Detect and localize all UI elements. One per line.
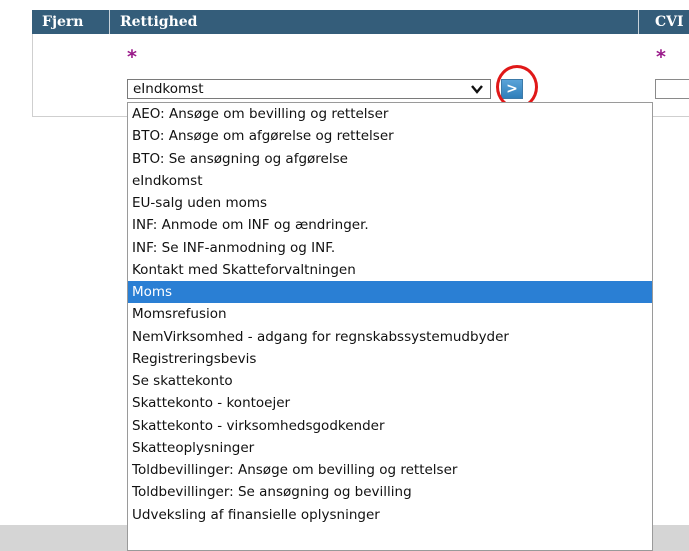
dropdown-option[interactable]: Registreringsbevis: [128, 348, 652, 370]
dropdown-option[interactable]: BTO: Ansøge om afgørelse og rettelser: [128, 125, 652, 147]
dropdown-option[interactable]: Moms: [128, 281, 652, 304]
header-remove: Fjern: [42, 14, 84, 30]
required-marker: *: [656, 46, 666, 68]
dropdown-option[interactable]: Skattekonto - kontoejer: [128, 392, 652, 414]
header-divider: [638, 10, 639, 34]
header-divider: [109, 10, 110, 34]
dropdown-option[interactable]: INF: Anmode om INF og ændringer.: [128, 214, 652, 236]
select-value: eIndkomst: [133, 81, 204, 97]
table-header: Fjern Rettighed CVI: [32, 10, 689, 35]
right-select[interactable]: eIndkomst: [127, 79, 491, 99]
dropdown-option[interactable]: Se skattekonto: [128, 370, 652, 392]
dropdown-option[interactable]: Udveksling af finansielle oplysninger: [128, 504, 652, 526]
dropdown-option[interactable]: Kontakt med Skatteforvaltningen: [128, 259, 652, 281]
dropdown-option[interactable]: BTO: Se ansøgning og afgørelse: [128, 148, 652, 170]
required-marker: *: [127, 46, 137, 68]
header-right: Rettighed: [120, 14, 198, 30]
footer-bar: [0, 525, 127, 551]
footer-bar: [653, 525, 689, 551]
dropdown-option[interactable]: Momsrefusion: [128, 303, 652, 325]
header-cvr: CVI: [655, 14, 684, 30]
dropdown-option[interactable]: Skattekonto - virksomhedsgodkender: [128, 415, 652, 437]
dropdown-option[interactable]: Toldbevillinger: Ansøge om bevilling og …: [128, 459, 652, 481]
cvr-input[interactable]: [655, 79, 689, 99]
chevron-down-icon: [471, 85, 483, 94]
dropdown-option[interactable]: NemVirksomhed - adgang for regnskabssyst…: [128, 326, 652, 348]
dropdown-option[interactable]: eIndkomst: [128, 170, 652, 192]
dropdown-option[interactable]: AEO: Ansøge om bevilling og rettelser: [128, 103, 652, 125]
dropdown-option[interactable]: EU-salg uden moms: [128, 192, 652, 214]
dropdown-option[interactable]: Toldbevillinger: Se ansøgning og bevilli…: [128, 481, 652, 503]
dropdown-option[interactable]: INF: Se INF-anmodning og INF.: [128, 237, 652, 259]
dropdown-option[interactable]: Skatteoplysninger: [128, 437, 652, 459]
dropdown-list[interactable]: AEO: Ansøge om bevilling og rettelser BTO…: [127, 102, 653, 551]
